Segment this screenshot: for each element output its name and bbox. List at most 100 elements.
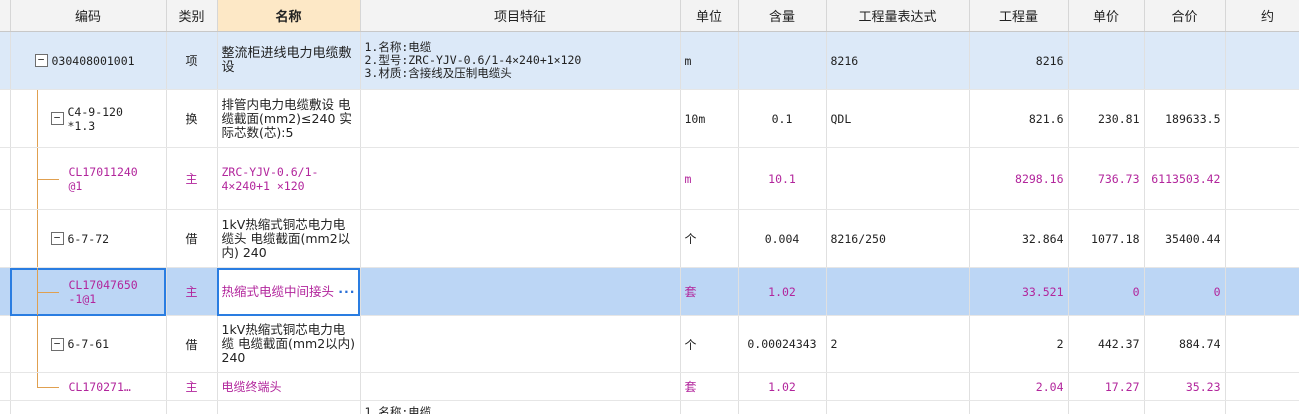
content-cell[interactable]: 10.1 xyxy=(738,147,827,210)
extra-cell[interactable] xyxy=(1225,315,1299,373)
col-header-qty[interactable]: 工程量 xyxy=(969,0,1069,32)
total-cell[interactable] xyxy=(1144,31,1226,90)
content-cell[interactable] xyxy=(738,31,827,90)
expr-cell[interactable]: QDL xyxy=(826,89,970,148)
type-cell[interactable] xyxy=(166,400,218,414)
col-header-expr[interactable]: 工程量表达式 xyxy=(826,0,970,32)
qty-cell[interactable]: 8216 xyxy=(969,31,1069,90)
feature-cell[interactable] xyxy=(360,372,681,401)
type-cell[interactable]: 主 xyxy=(166,372,218,401)
unit-cell[interactable]: 10m xyxy=(680,89,739,148)
table-row[interactable]: −6-7-61 借 1kV热缩式铜芯电力电缆 电缆截面(mm2以内) 240 个… xyxy=(0,315,1299,373)
qty-cell[interactable]: 821.6 xyxy=(969,89,1069,148)
extra-cell[interactable] xyxy=(1225,400,1299,414)
price-cell[interactable] xyxy=(1068,400,1145,414)
type-cell[interactable]: 主 xyxy=(166,147,218,210)
name-cell[interactable]: 1kV热缩式铜芯电力电缆 电缆截面(mm2以内) 240 xyxy=(217,315,361,373)
table-row[interactable]: − C4-9-120 *1.3 换 排管内电力电缆敷设 电缆截面(mm2)≤240… xyxy=(0,89,1299,148)
code-cell[interactable]: CL17047650 -1@1 xyxy=(10,267,167,316)
name-cell[interactable] xyxy=(217,400,361,414)
expr-cell[interactable] xyxy=(826,400,970,414)
extra-cell[interactable] xyxy=(1225,147,1299,210)
code-cell[interactable]: −6-7-61 xyxy=(10,315,167,373)
col-header-name[interactable]: 名称 xyxy=(217,0,361,32)
extra-cell[interactable] xyxy=(1225,209,1299,268)
price-cell[interactable]: 442.37 xyxy=(1068,315,1145,373)
feature-cell[interactable] xyxy=(360,315,681,373)
table-row[interactable]: −6-7-72 借 1kV热缩式铜芯电力电缆头 电缆截面(mm2以内) 240 … xyxy=(0,209,1299,268)
table-row[interactable]: CL17047650 -1@1 主 ··· 热缩式电缆中间接头 套 1.02 3… xyxy=(0,267,1299,316)
collapse-icon[interactable]: − xyxy=(50,112,64,125)
content-cell[interactable]: 0.004 xyxy=(738,209,827,268)
unit-cell[interactable]: 个 xyxy=(680,209,739,268)
content-cell[interactable]: 0.1 xyxy=(738,89,827,148)
col-header-total[interactable]: 合价 xyxy=(1144,0,1226,32)
qty-cell[interactable]: 2.04 xyxy=(969,372,1069,401)
code-cell[interactable]: −030408001001 xyxy=(10,31,167,90)
code-cell[interactable]: − C4-9-120 *1.3 xyxy=(10,89,167,148)
table-row[interactable]: CL17011240 @1 主 ZRC-YJV-0.6/1-4×240+1 ×1… xyxy=(0,147,1299,210)
expr-cell[interactable] xyxy=(826,147,970,210)
expr-cell[interactable] xyxy=(826,372,970,401)
col-header-unit[interactable]: 单位 xyxy=(680,0,739,32)
name-cell[interactable]: 排管内电力电缆敷设 电缆截面(mm2)≤240 实际芯数(芯):5 xyxy=(217,89,361,148)
col-header-feature[interactable]: 项目特征 xyxy=(360,0,681,32)
feature-cell[interactable]: 1.名称:电缆 2.型号:ZRC-YJV-0.6/1-4×240+1×120 3… xyxy=(360,31,681,90)
unit-cell[interactable]: 套 xyxy=(680,372,739,401)
total-cell[interactable]: 189633.5 xyxy=(1144,89,1226,148)
qty-cell[interactable] xyxy=(969,400,1069,414)
unit-cell[interactable]: m xyxy=(680,147,739,210)
total-cell[interactable]: 35400.44 xyxy=(1144,209,1226,268)
table-row[interactable]: CL170271… 主 电缆终端头 套 1.02 2.04 17.27 35.2… xyxy=(0,372,1299,401)
name-cell[interactable]: ZRC-YJV-0.6/1-4×240+1 ×120 xyxy=(217,147,361,210)
type-cell[interactable]: 项 xyxy=(166,31,218,90)
table-row[interactable]: −030408001001 项 整流柜进线电力电缆敷设 1.名称:电缆 2.型号… xyxy=(0,31,1299,90)
unit-cell[interactable] xyxy=(680,400,739,414)
feature-cell[interactable]: 1.名称:电缆 xyxy=(360,400,681,414)
total-cell[interactable] xyxy=(1144,400,1226,414)
expr-cell[interactable]: 2 xyxy=(826,315,970,373)
name-cell[interactable]: 整流柜进线电力电缆敷设 xyxy=(217,31,361,90)
col-header-code[interactable]: 编码 xyxy=(10,0,167,32)
code-cell[interactable] xyxy=(10,400,167,414)
total-cell[interactable]: 35.23 xyxy=(1144,372,1226,401)
name-cell[interactable]: ··· 热缩式电缆中间接头 xyxy=(217,267,361,316)
extra-cell[interactable] xyxy=(1225,31,1299,90)
type-cell[interactable]: 主 xyxy=(166,267,218,316)
col-header-price[interactable]: 单价 xyxy=(1068,0,1145,32)
total-cell[interactable]: 884.74 xyxy=(1144,315,1226,373)
extra-cell[interactable] xyxy=(1225,372,1299,401)
qty-cell[interactable]: 8298.16 xyxy=(969,147,1069,210)
extra-cell[interactable] xyxy=(1225,89,1299,148)
price-cell[interactable]: 17.27 xyxy=(1068,372,1145,401)
price-cell[interactable]: 0 xyxy=(1068,267,1145,316)
expr-cell[interactable] xyxy=(826,267,970,316)
type-cell[interactable]: 借 xyxy=(166,315,218,373)
code-cell[interactable]: CL17011240 @1 xyxy=(10,147,167,210)
code-cell[interactable]: −6-7-72 xyxy=(10,209,167,268)
name-cell[interactable]: 1kV热缩式铜芯电力电缆头 电缆截面(mm2以内) 240 xyxy=(217,209,361,268)
price-cell[interactable] xyxy=(1068,31,1145,90)
feature-cell[interactable] xyxy=(360,267,681,316)
feature-cell[interactable] xyxy=(360,209,681,268)
col-header-extra[interactable]: 约 xyxy=(1225,0,1299,32)
unit-cell[interactable]: 个 xyxy=(680,315,739,373)
code-cell[interactable]: CL170271… xyxy=(10,372,167,401)
unit-cell[interactable]: m xyxy=(680,31,739,90)
qty-cell[interactable]: 32.864 xyxy=(969,209,1069,268)
col-header-type[interactable]: 类别 xyxy=(166,0,218,32)
more-icon[interactable]: ··· xyxy=(338,284,355,299)
price-cell[interactable]: 736.73 xyxy=(1068,147,1145,210)
expr-cell[interactable]: 8216/250 xyxy=(826,209,970,268)
content-cell[interactable] xyxy=(738,400,827,414)
type-cell[interactable]: 换 xyxy=(166,89,218,148)
content-cell[interactable]: 1.02 xyxy=(738,372,827,401)
col-header-content[interactable]: 含量 xyxy=(738,0,827,32)
qty-cell[interactable]: 2 xyxy=(969,315,1069,373)
feature-cell[interactable] xyxy=(360,89,681,148)
table-row[interactable]: 1.名称:电缆 xyxy=(0,400,1299,414)
unit-cell[interactable]: 套 xyxy=(680,267,739,316)
total-cell[interactable]: 6113503.42 xyxy=(1144,147,1226,210)
price-cell[interactable]: 1077.18 xyxy=(1068,209,1145,268)
collapse-icon[interactable]: − xyxy=(34,54,48,67)
